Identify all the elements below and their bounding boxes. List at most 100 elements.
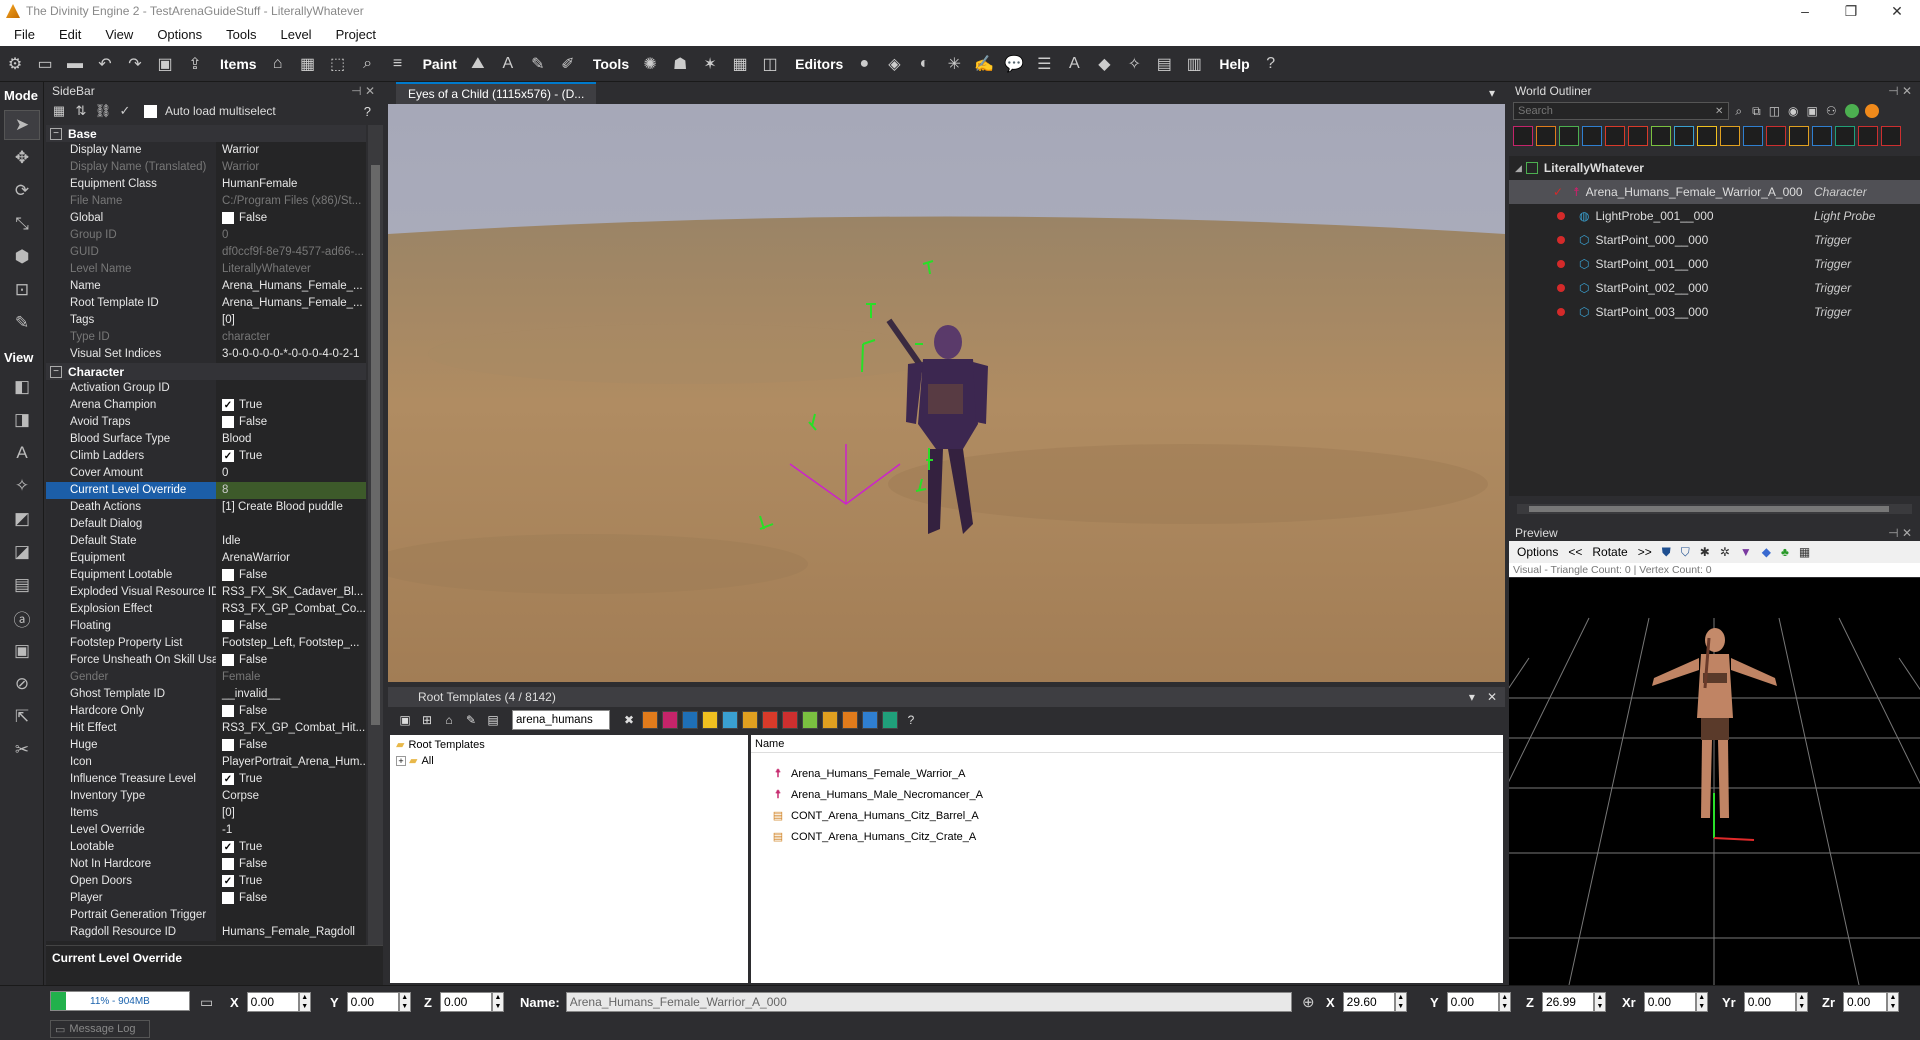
- help-icon[interactable]: ?: [1260, 53, 1282, 75]
- y-spinner[interactable]: ▲ ▼: [398, 992, 411, 1012]
- property-value[interactable]: False: [216, 736, 366, 754]
- preview-bug2-icon[interactable]: ✲: [1720, 545, 1730, 559]
- property-row[interactable]: Hit Effect RS3_FX_GP_Combat_Hit...: [46, 719, 366, 737]
- property-row[interactable]: Equipment ArenaWarrior: [46, 549, 366, 567]
- view-export-icon[interactable]: ⇱: [4, 702, 40, 732]
- link-filter-icon[interactable]: [1743, 126, 1763, 146]
- view-cube-4-icon[interactable]: ◪: [4, 537, 40, 567]
- camera-icon[interactable]: ▭: [34, 53, 56, 75]
- list-header-name[interactable]: Name: [751, 735, 1503, 753]
- view-fx-icon[interactable]: ✧: [4, 471, 40, 501]
- preview-shield-icon[interactable]: ⛊: [1662, 545, 1671, 560]
- list-item[interactable]: ▤ CONT_Arena_Humans_Citz_Crate_A: [751, 826, 1503, 847]
- property-row[interactable]: Not In Hardcore False: [46, 855, 366, 873]
- property-value[interactable]: ✓ True: [216, 838, 366, 856]
- character-filter-icon[interactable]: [1513, 126, 1533, 146]
- filter-grid-icon[interactable]: [762, 711, 778, 729]
- property-value[interactable]: Arena_Humans_Female_...: [216, 277, 366, 295]
- property-row[interactable]: Activation Group ID: [46, 379, 366, 397]
- property-row[interactable]: Arena Champion ✓ True: [46, 396, 366, 414]
- property-row[interactable]: Display Name Warrior: [46, 141, 366, 159]
- collapse-toggle-icon[interactable]: −: [50, 365, 62, 378]
- property-row[interactable]: Blood Surface Type Blood: [46, 430, 366, 448]
- preview-tree-icon[interactable]: ♣: [1781, 545, 1789, 559]
- video-icon[interactable]: ▬: [64, 53, 86, 75]
- select-icon[interactable]: ⬚: [327, 53, 349, 75]
- property-value[interactable]: Arena_Humans_Female_...: [216, 294, 366, 312]
- property-checkbox[interactable]: ✓: [222, 875, 234, 887]
- filter-tower-icon[interactable]: [882, 711, 898, 729]
- property-scrollbar[interactable]: [368, 125, 383, 945]
- property-value[interactable]: C:/Program Files (x86)/St...: [216, 192, 366, 210]
- preview-prev-button[interactable]: <<: [1568, 545, 1582, 559]
- view-cube-1-icon[interactable]: ◧: [4, 372, 40, 402]
- property-value[interactable]: Footstep_Left, Footstep_...: [216, 634, 366, 652]
- rt-save-icon[interactable]: ▣: [396, 711, 414, 729]
- rt-tree-icon[interactable]: ⌂: [440, 711, 458, 729]
- collapse-toggle-icon[interactable]: −: [50, 127, 62, 140]
- property-checkbox[interactable]: [222, 705, 234, 717]
- property-value[interactable]: Idle: [216, 532, 366, 550]
- property-value[interactable]: Warrior: [216, 158, 366, 176]
- property-value[interactable]: [0]: [216, 311, 366, 329]
- property-value[interactable]: df0ccf9f-8e79-4577-ad66-...: [216, 243, 366, 261]
- property-value[interactable]: False: [216, 855, 366, 873]
- filter-torch-icon[interactable]: [802, 711, 818, 729]
- property-value[interactable]: ✓ True: [216, 447, 366, 465]
- property-checkbox[interactable]: [222, 858, 234, 870]
- menu-edit[interactable]: Edit: [45, 27, 91, 42]
- camera-icon[interactable]: ⚇: [1826, 104, 1837, 118]
- maximize-icon[interactable]: ❐: [1828, 3, 1874, 20]
- message-log-button[interactable]: ▭ Message Log: [50, 1020, 150, 1038]
- view-cube-2-icon[interactable]: ◨: [4, 405, 40, 435]
- property-row[interactable]: Type ID character: [46, 328, 366, 346]
- list-item[interactable]: ☨ Arena_Humans_Male_Necromancer_A: [751, 784, 1503, 805]
- split-filter-icon[interactable]: [1628, 126, 1648, 146]
- property-row[interactable]: Items [0]: [46, 804, 366, 822]
- preview-cup-icon[interactable]: ▼: [1740, 545, 1752, 559]
- select-mode-icon[interactable]: ➤: [4, 110, 40, 140]
- tower-filter-icon[interactable]: [1835, 126, 1855, 146]
- filter-cross-icon[interactable]: [822, 711, 838, 729]
- property-value[interactable]: character: [216, 328, 366, 346]
- menu-file[interactable]: File: [0, 27, 45, 42]
- layers-icon[interactable]: ◫: [1769, 104, 1780, 118]
- category-character[interactable]: − Character: [46, 363, 366, 380]
- property-value[interactable]: RS3_FX_GP_Combat_Hit...: [216, 719, 366, 737]
- property-row[interactable]: Icon PlayerPortrait_Arena_Hum...: [46, 753, 366, 771]
- property-row[interactable]: Force Unsheath On Skill Usage False: [46, 651, 366, 669]
- light-filter-icon[interactable]: [1697, 126, 1717, 146]
- property-row[interactable]: Global False: [46, 209, 366, 227]
- probe-filter-icon[interactable]: [1674, 126, 1694, 146]
- copy-icon[interactable]: ⧉: [1752, 104, 1761, 119]
- lock-icon[interactable]: ▣: [1807, 104, 1818, 118]
- property-row[interactable]: Current Level Override 8: [46, 481, 366, 499]
- 3d-filter-icon[interactable]: [1789, 126, 1809, 146]
- collapse-icon[interactable]: ◢: [1515, 163, 1522, 174]
- outliner-item[interactable]: ◍ LightProbe_001__000 Light Probe: [1509, 204, 1920, 228]
- property-row[interactable]: Exploded Visual Resource ID RS3_FX_SK_Cad…: [46, 583, 366, 601]
- filter-blue-icon[interactable]: [682, 711, 698, 729]
- xr-input[interactable]: [1643, 992, 1696, 1012]
- property-value[interactable]: False: [216, 702, 366, 720]
- property-row[interactable]: File Name C:/Program Files (x86)/St...: [46, 192, 366, 210]
- z-input[interactable]: [439, 992, 492, 1012]
- viewport-dropdown-icon[interactable]: ▾: [1489, 86, 1495, 100]
- text-icon[interactable]: ☰: [1033, 53, 1055, 75]
- property-row[interactable]: Cover Amount 0: [46, 464, 366, 482]
- rt-close-icon[interactable]: ✕: [1487, 690, 1497, 704]
- property-value[interactable]: [0]: [216, 804, 366, 822]
- rx-input[interactable]: [1342, 992, 1395, 1012]
- orange-status-icon[interactable]: [1864, 104, 1879, 118]
- ai-icon[interactable]: A: [497, 53, 519, 75]
- gamepad-icon[interactable]: ⚙: [4, 53, 26, 75]
- tree-all-row[interactable]: + ▰ All: [390, 754, 748, 767]
- viewport-tab[interactable]: Eyes of a Child (1115x576) - (D...: [396, 82, 597, 104]
- preview-shield2-icon[interactable]: ⛉: [1681, 545, 1690, 560]
- preview-rotate-button[interactable]: Rotate: [1592, 545, 1627, 559]
- property-row[interactable]: Root Template ID Arena_Humans_Female_...: [46, 294, 366, 312]
- view-cube-3-icon[interactable]: ◩: [4, 504, 40, 534]
- property-row[interactable]: Default State Idle: [46, 532, 366, 550]
- list-item[interactable]: ▤ CONT_Arena_Humans_Citz_Barrel_A: [751, 805, 1503, 826]
- apply-check-icon[interactable]: ✓: [116, 102, 134, 120]
